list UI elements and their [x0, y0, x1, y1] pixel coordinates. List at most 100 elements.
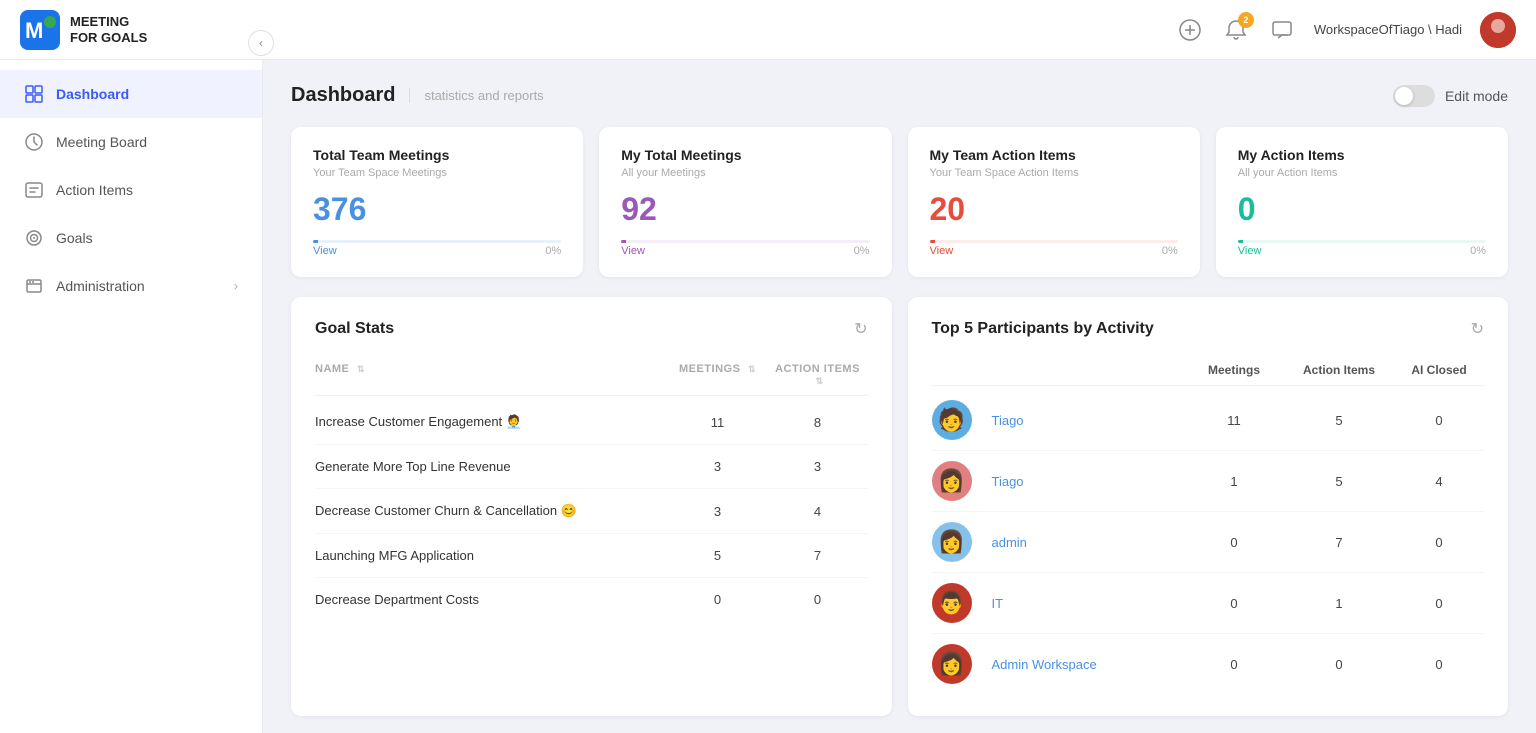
stat-card-my-action-items: My Action Items All your Action Items 0 … [1216, 127, 1508, 277]
stat-bar-row: View 0% [313, 245, 561, 257]
sidebar-item-action-items[interactable]: Action Items [0, 166, 262, 214]
stat-card-title: Total Team Meetings [313, 147, 561, 163]
participant-name[interactable]: IT [992, 596, 1185, 611]
participant-action-items: 0 [1284, 657, 1394, 672]
stats-row: Total Team Meetings Your Team Space Meet… [291, 127, 1508, 277]
edit-mode-label: Edit mode [1445, 88, 1508, 104]
stat-pct: 0% [1162, 245, 1178, 257]
sidebar-item-goals[interactable]: Goals [0, 214, 262, 262]
add-icon[interactable] [1176, 16, 1204, 44]
stat-number: 92 [621, 191, 869, 228]
goal-stats-table-header: NAME ⇅ MEETINGS ⇅ ACTION ITEMS ⇅ [315, 355, 868, 396]
dashboard-icon [24, 84, 44, 104]
stat-card-subtitle: Your Team Space Meetings [313, 167, 561, 179]
stat-card-subtitle: All your Action Items [1238, 167, 1486, 179]
table-row: Decrease Department Costs 0 0 [315, 578, 868, 621]
stat-card-total-team-meetings: Total Team Meetings Your Team Space Meet… [291, 127, 583, 277]
participant-name[interactable]: Tiago [992, 474, 1185, 489]
participant-name[interactable]: Admin Workspace [992, 657, 1185, 672]
refresh-icon[interactable]: ↻ [854, 319, 867, 339]
col-ai-closed: AI Closed [1394, 363, 1484, 377]
list-item: 👩 Tiago 1 5 4 [932, 451, 1485, 512]
list-item: 👩 Admin Workspace 0 0 0 [932, 634, 1485, 694]
participants-title: Top 5 Participants by Activity [932, 320, 1154, 338]
sidebar-item-administration[interactable]: Administration › [0, 262, 262, 310]
header-right: 2 WorkspaceOfTiago \ Hadi [1176, 12, 1516, 48]
edit-mode-area: Edit mode [1393, 85, 1508, 107]
stat-number: 0 [1238, 191, 1486, 228]
bottom-section: Goal Stats ↻ NAME ⇅ MEETINGS ⇅ ACTION IT… [291, 297, 1508, 716]
participant-action-items: 7 [1284, 535, 1394, 550]
stat-bar [621, 240, 869, 243]
col-action-items: ACTION ITEMS ⇅ [768, 363, 868, 387]
participant-action-items: 5 [1284, 413, 1394, 428]
participant-avatar: 👩 [932, 461, 972, 501]
sort-icon: ⇅ [748, 364, 756, 374]
stat-bar [313, 240, 561, 243]
top-header: M MEETING FOR GOALS ‹ 2 WorkspaceOfTiago… [0, 0, 1536, 60]
table-row: Increase Customer Engagement 🧑‍💼 11 8 [315, 400, 868, 445]
logo-icon: M [20, 10, 60, 50]
participant-avatar: 👩 [932, 644, 972, 684]
sidebar-item-label: Dashboard [56, 86, 129, 102]
stat-view-link[interactable]: View [621, 245, 645, 257]
stat-pct: 0% [1470, 245, 1486, 257]
participant-ai-closed: 0 [1394, 596, 1484, 611]
table-row: Generate More Top Line Revenue 3 3 [315, 445, 868, 489]
stat-view-link[interactable]: View [930, 245, 954, 257]
workspace-label: WorkspaceOfTiago \ Hadi [1314, 22, 1462, 37]
page-subtitle: statistics and reports [409, 88, 543, 103]
participant-name[interactable]: Tiago [992, 413, 1185, 428]
administration-icon [24, 276, 44, 296]
stat-card-title: My Action Items [1238, 147, 1486, 163]
goals-icon [24, 228, 44, 248]
stat-number: 376 [313, 191, 561, 228]
page-header: Dashboard statistics and reports Edit mo… [291, 84, 1508, 107]
participant-ai-closed: 0 [1394, 535, 1484, 550]
logo-area: M MEETING FOR GOALS [20, 10, 147, 50]
sidebar-item-label: Administration [56, 278, 145, 294]
stat-pct: 0% [545, 245, 561, 257]
avatar[interactable] [1480, 12, 1516, 48]
col-action-items: Action Items [1284, 363, 1394, 377]
edit-mode-toggle[interactable] [1393, 85, 1435, 107]
stat-card-subtitle: Your Team Space Action Items [930, 167, 1178, 179]
stat-bar-row: View 0% [930, 245, 1178, 257]
page-title: Dashboard [291, 84, 395, 107]
participant-ai-closed: 4 [1394, 474, 1484, 489]
stat-bar [930, 240, 1178, 243]
logo-text: MEETING FOR GOALS [70, 14, 147, 45]
list-item: 👩 admin 0 7 0 [932, 512, 1485, 573]
col-name: NAME ⇅ [315, 363, 668, 387]
participant-meetings: 11 [1184, 413, 1284, 428]
table-row: Decrease Customer Churn & Cancellation 😊… [315, 489, 868, 534]
table-row: Launching MFG Application 5 7 [315, 534, 868, 578]
participant-meetings: 0 [1184, 535, 1284, 550]
participant-ai-closed: 0 [1394, 413, 1484, 428]
refresh-icon[interactable]: ↻ [1471, 319, 1484, 339]
main-layout: Dashboard Meeting Board Action Items Goa… [0, 60, 1536, 733]
sidebar: Dashboard Meeting Board Action Items Goa… [0, 60, 263, 733]
stat-view-link[interactable]: View [313, 245, 337, 257]
sidebar-collapse-button[interactable]: ‹ [248, 30, 274, 56]
participant-name[interactable]: admin [992, 535, 1185, 550]
participant-meetings: 0 [1184, 596, 1284, 611]
sort-icon: ⇅ [815, 376, 823, 386]
sidebar-item-dashboard[interactable]: Dashboard [0, 70, 262, 118]
card-header: Top 5 Participants by Activity ↻ [932, 319, 1485, 339]
list-item: 👨 IT 0 1 0 [932, 573, 1485, 634]
svg-text:M: M [25, 18, 43, 43]
stat-view-link[interactable]: View [1238, 245, 1262, 257]
sidebar-item-meeting-board[interactable]: Meeting Board [0, 118, 262, 166]
stat-bar-row: View 0% [1238, 245, 1486, 257]
stat-number: 20 [930, 191, 1178, 228]
card-header: Goal Stats ↻ [315, 319, 868, 339]
list-item: 🧑 Tiago 11 5 0 [932, 390, 1485, 451]
chat-icon[interactable] [1268, 16, 1296, 44]
col-meetings: MEETINGS ⇅ [668, 363, 768, 387]
participant-action-items: 5 [1284, 474, 1394, 489]
sidebar-item-label: Goals [56, 230, 93, 246]
stat-bar-row: View 0% [621, 245, 869, 257]
notification-icon[interactable]: 2 [1222, 16, 1250, 44]
participant-avatar: 👩 [932, 522, 972, 562]
